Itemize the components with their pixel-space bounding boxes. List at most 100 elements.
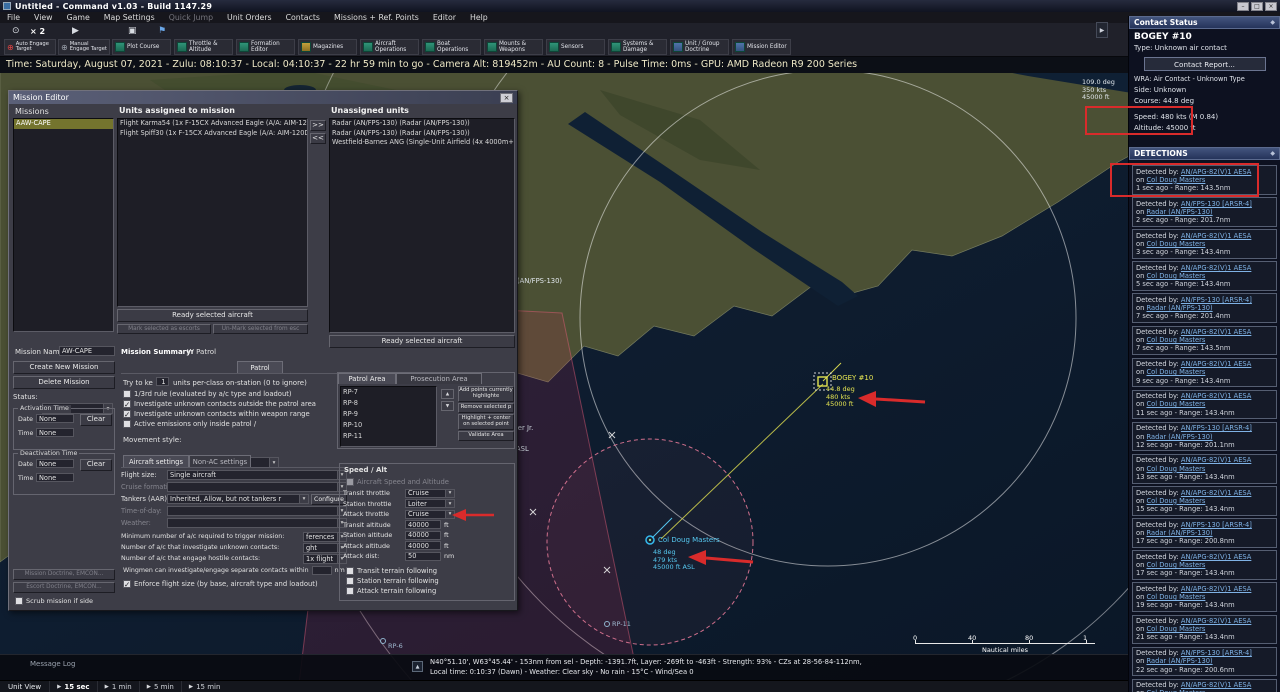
move-point-up-button[interactable]: ▲ <box>441 389 454 399</box>
wingmen-range-input[interactable] <box>311 566 332 575</box>
area-action-button[interactable]: Validate Area <box>458 431 514 441</box>
platform-link[interactable]: Col Doug Masters <box>1146 368 1205 376</box>
platform-link[interactable]: Col Doug Masters <box>1146 336 1205 344</box>
sensor-link[interactable]: AN/APG-82(V)1 AESA <box>1181 585 1251 593</box>
titlebar[interactable]: Untitled - Command v1.03 - Build 1147.29… <box>0 0 1280 12</box>
aircraft-speed-alt-checkbox[interactable]: Aircraft Speed and Altitude <box>346 477 449 487</box>
mark-escorts-button[interactable]: Mark selected as escorts <box>117 324 211 334</box>
menu-item[interactable]: File <box>0 12 27 23</box>
deactivation-clear-button[interactable]: Clear <box>80 459 112 471</box>
contact-report-button[interactable]: Contact Report... <box>1143 57 1266 71</box>
patrol-option-checkbox[interactable]: Active emissions only inside patrol / <box>123 419 343 429</box>
toolbar-button[interactable]: Unit / Group Doctrine <box>670 39 729 55</box>
ownship-name-label[interactable]: Col Doug Masters <box>658 536 720 545</box>
settings-field-select[interactable]: Single aircraft <box>167 470 347 480</box>
pin-icon[interactable]: ◆ <box>1270 19 1275 26</box>
toolbar-button[interactable]: Formation Editor <box>236 39 295 55</box>
settings-field-select[interactable] <box>167 506 347 516</box>
menu-item[interactable]: View <box>27 12 60 23</box>
sensor-link[interactable]: AN/APG-82(V)1 AESA <box>1181 681 1251 689</box>
sensor-link[interactable]: AN/FPS-130 [ARSR-4] <box>1181 521 1252 529</box>
settings-field-select[interactable] <box>167 518 347 528</box>
flag-icon[interactable]: ⚑ <box>158 25 166 37</box>
panel-expander-button[interactable]: ▶ <box>1096 22 1108 38</box>
move-to-unassigned-button[interactable]: >> <box>310 120 326 131</box>
settings-field-select[interactable]: Inherited, Allow, but not tankers r <box>167 494 309 504</box>
reference-point-item[interactable]: RP-11 <box>341 431 436 442</box>
activation-time-input[interactable]: None <box>36 428 74 437</box>
create-mission-button[interactable]: Create New Mission <box>13 361 115 374</box>
checkbox-box[interactable] <box>123 390 131 398</box>
reference-point-item[interactable]: RP-8 <box>341 398 436 409</box>
sensor-link[interactable]: AN/FPS-130 [ARSR-4] <box>1181 200 1252 208</box>
mission-doctrine-button[interactable]: Mission Doctrine, EMCON... <box>13 569 115 580</box>
non-ac-settings-tab[interactable]: Non-AC settings <box>189 455 251 467</box>
throttle-select[interactable]: Loiter <box>405 499 455 509</box>
settings-field-select[interactable] <box>167 482 347 492</box>
sensor-link[interactable]: AN/FPS-130 [ARSR-4] <box>1181 424 1252 432</box>
mission-name-input[interactable]: AW-CAPE <box>59 346 115 356</box>
auto-engage-button[interactable]: ⊕ Auto Engage Target <box>4 39 56 55</box>
dialog-close-button[interactable]: × <box>500 92 513 103</box>
unassigned-unit-item[interactable]: Westfield-Barnes ANG (Single-Unit Airfie… <box>330 138 514 148</box>
toolbar-button[interactable]: Mission Editor <box>732 39 791 55</box>
terrain-following-checkbox[interactable]: Attack terrain following <box>346 586 439 596</box>
sensor-link[interactable]: AN/APG-82(V)1 AESA <box>1181 168 1251 176</box>
menu-item[interactable]: Help <box>463 12 495 23</box>
checkbox-box[interactable] <box>123 400 131 408</box>
patrol-area-tab[interactable]: Patrol Area <box>338 373 396 384</box>
menu-item[interactable]: Editor <box>426 12 463 23</box>
scrub-mission-checkbox[interactable]: Scrub mission if side <box>15 596 93 606</box>
toolbar-button[interactable]: Throttle & Altitude <box>174 39 233 55</box>
sensor-link[interactable]: AN/APG-82(V)1 AESA <box>1181 392 1251 400</box>
toolbar-button[interactable]: Boat Operations <box>422 39 481 55</box>
menu-item[interactable]: Quick Jump <box>162 12 220 23</box>
platform-link[interactable]: Col Doug Masters <box>1146 272 1205 280</box>
pin-icon[interactable]: ◆ <box>1270 150 1275 157</box>
platform-link[interactable]: Col Doug Masters <box>1146 497 1205 505</box>
area-action-button[interactable]: Highlight + center on selected point <box>458 414 514 430</box>
activation-date-input[interactable]: None <box>36 414 74 423</box>
time-speed-option[interactable]: ▶ 1 min <box>96 681 139 692</box>
altitude-input[interactable]: 40000 <box>405 541 441 551</box>
reference-point-item[interactable]: RP-10 <box>341 420 436 431</box>
throttle-select[interactable]: Cruise <box>405 509 455 519</box>
sensor-link[interactable]: AN/APG-82(V)1 AESA <box>1181 264 1251 272</box>
detections-header[interactable]: DETECTIONS ◆ <box>1129 147 1280 160</box>
toolbar-button[interactable]: Plot Course <box>112 39 171 55</box>
clock-icon[interactable]: ⊙ <box>12 25 20 37</box>
menu-item[interactable]: Map Settings <box>97 12 162 23</box>
aircraft-settings-tab[interactable]: Aircraft settings <box>123 455 189 467</box>
checkbox-box[interactable] <box>123 410 131 418</box>
menu-item[interactable]: Contacts <box>279 12 327 23</box>
sensor-link[interactable]: AN/APG-82(V)1 AESA <box>1181 232 1251 240</box>
area-action-button[interactable]: Add points currently highlighte <box>458 386 514 402</box>
time-speed-option[interactable]: ▶ 5 min <box>138 681 181 692</box>
unassigned-unit-item[interactable]: Radar (AN/FPS-130) (Radar (AN/FPS-130)) <box>330 119 514 129</box>
dialog-titlebar[interactable]: Mission Editor × <box>9 91 517 104</box>
enforce-flight-size-checkbox[interactable]: Enforce flight size (by base, aircraft t… <box>123 579 318 589</box>
assigned-unit-item[interactable]: Flight Spiff30 (1x F-15CX Advanced Eagle… <box>118 129 307 139</box>
reference-point-item[interactable]: RP-7 <box>341 387 436 398</box>
minimize-button[interactable]: – <box>1237 1 1249 11</box>
assigned-units-listbox[interactable]: Flight Karma54 (1x F-15CX Advanced Eagle… <box>117 118 308 307</box>
altitude-input[interactable]: 40000 <box>405 530 441 540</box>
patrol-tab[interactable]: Patrol <box>237 361 283 373</box>
toolbar-button[interactable]: Sensors <box>546 39 605 55</box>
mission-list-item[interactable]: AAW-CAPE <box>14 119 113 129</box>
time-speed-option[interactable]: ▶ 15 sec <box>49 681 96 692</box>
unit-view-label[interactable]: Unit View <box>0 683 49 691</box>
activation-clear-button[interactable]: Clear <box>80 414 112 426</box>
unassigned-unit-item[interactable]: Radar (AN/FPS-130) (Radar (AN/FPS-130)) <box>330 129 514 139</box>
sensor-link[interactable]: AN/APG-82(V)1 AESA <box>1181 617 1251 625</box>
camera-icon[interactable]: ▣ <box>128 25 137 37</box>
move-point-down-button[interactable]: ▼ <box>441 401 454 411</box>
altitude-input[interactable]: 50 <box>405 551 441 561</box>
sensor-link[interactable]: AN/FPS-130 [ARSR-4] <box>1181 296 1252 304</box>
patrol-option-checkbox[interactable]: 1/3rd rule (evaluated by a/c type and lo… <box>123 389 343 399</box>
platform-link[interactable]: Col Doug Masters <box>1146 176 1205 184</box>
terrain-following-checkbox[interactable]: Station terrain following <box>346 576 439 586</box>
manual-engage-button[interactable]: ⊕ Manual Engage Target <box>58 39 110 55</box>
toolbar-button[interactable]: Aircraft Operations <box>360 39 419 55</box>
deactivation-time-input[interactable]: None <box>36 473 74 482</box>
